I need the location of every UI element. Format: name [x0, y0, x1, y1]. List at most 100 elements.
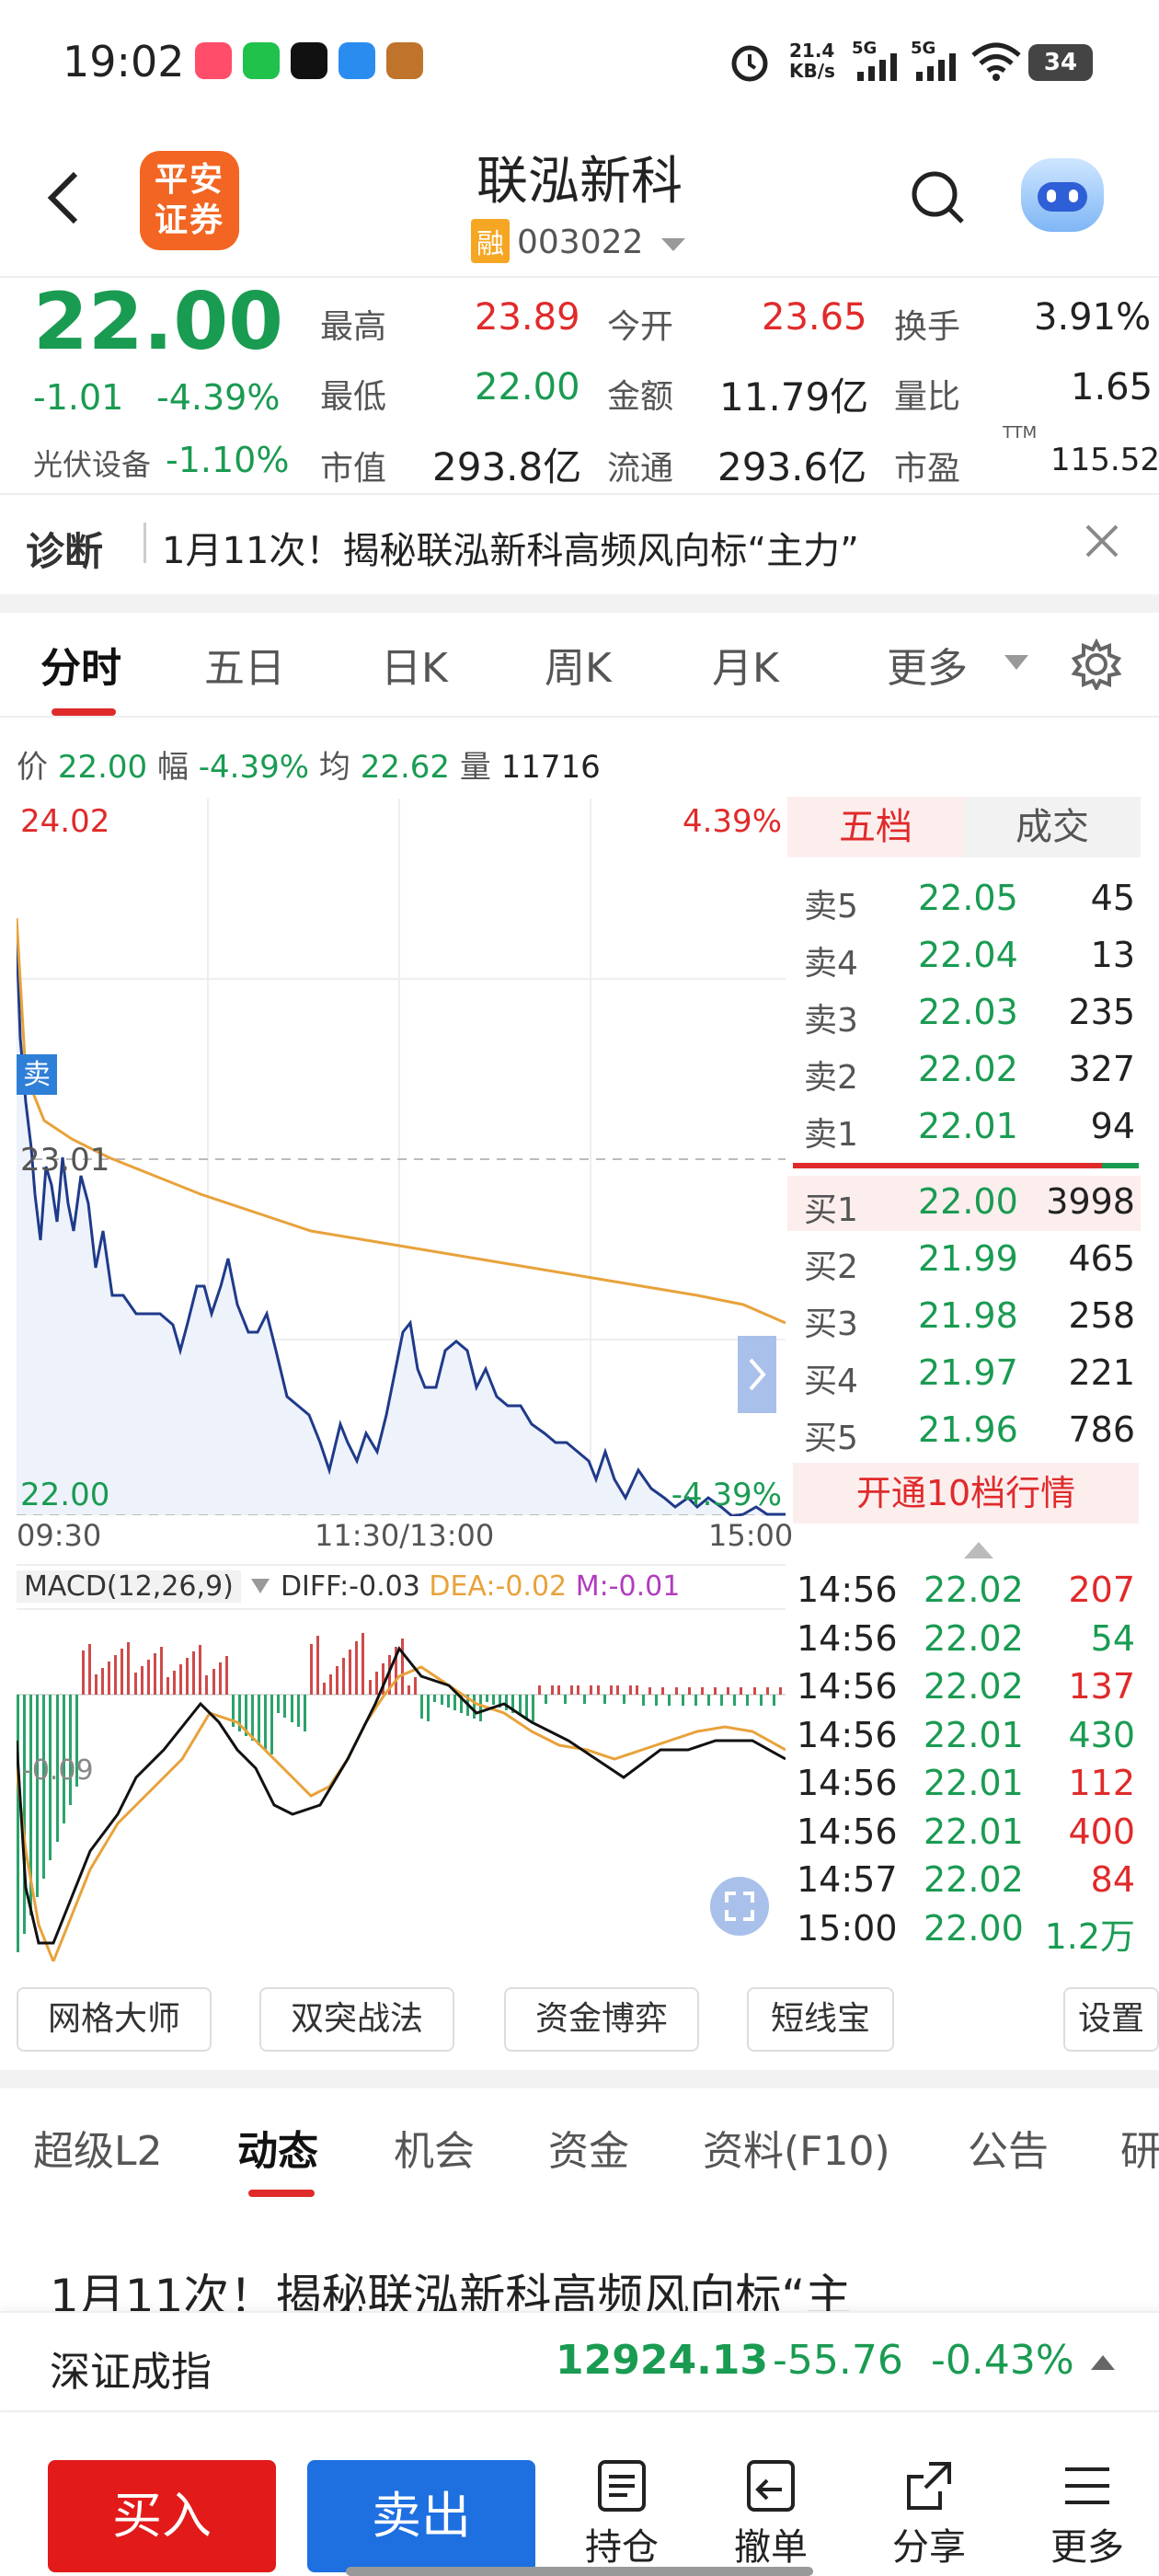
macd-bar — [108, 1662, 110, 1695]
intraday-chart[interactable]: 24.02 4.39% 23.01 22.00 -4.39% 卖 — [17, 799, 786, 1516]
macd-bar — [590, 1685, 592, 1695]
tab-opportunity[interactable]: 机会 — [394, 2118, 475, 2177]
tab-research[interactable]: 研 — [1120, 2118, 1159, 2177]
app-icon-game — [386, 42, 423, 79]
fullscreen-button[interactable] — [710, 1877, 769, 1936]
macd-bar — [199, 1645, 201, 1695]
tab-monthly-k[interactable]: 月K — [712, 635, 779, 694]
dea-line — [17, 1665, 786, 1961]
level-price: 22.02 — [918, 1049, 1018, 1089]
macd-selector[interactable]: MACD(12,26,9) — [17, 1570, 241, 1603]
tab-announcements[interactable]: 公告 — [968, 2118, 1049, 2177]
macd-bar — [427, 1695, 430, 1721]
index-name: 深证成指 — [50, 2349, 212, 2396]
settings-button[interactable]: 设置 — [1063, 1987, 1159, 2052]
level-label: 卖1 — [804, 1116, 858, 1154]
tab-trades[interactable]: 成交 — [964, 797, 1141, 857]
holdings-button[interactable]: 持仓 — [567, 2458, 677, 2576]
buy-button[interactable]: 买入 — [48, 2460, 276, 2572]
macd-bar — [642, 1695, 645, 1706]
macd-bar — [760, 1695, 763, 1706]
ask-row[interactable]: 卖2 22.02 327 — [787, 1043, 1141, 1098]
index-bar[interactable]: 深证成指 12924.13 -55.76 -0.43% — [0, 2311, 1159, 2410]
bid-row[interactable]: 买1 22.00 3998 — [787, 1176, 1141, 1231]
macd-bar — [655, 1695, 658, 1706]
level-volume: 3998 — [1046, 1181, 1135, 1222]
bid-row[interactable]: 买3 21.98 258 — [787, 1290, 1141, 1345]
double-breakout-button[interactable]: 双突战法 — [259, 1987, 454, 2052]
bid-row[interactable]: 买5 21.96 786 — [787, 1404, 1141, 1459]
section-tabs: 超级L2 动态 机会 资金 资料(F10) 公告 研 — [0, 2098, 1159, 2199]
sector-name[interactable]: 光伏设备 — [33, 442, 151, 484]
diagnosis-banner[interactable]: 诊断 1月11次！揭秘联泓新科高频风向标“主力” — [0, 493, 1159, 594]
ask-row[interactable]: 卖5 22.05 45 — [787, 872, 1141, 927]
chevron-down-icon — [251, 1579, 270, 1593]
y-top-pct-label: 4.39% — [683, 803, 782, 840]
tab-funds[interactable]: 资金 — [548, 2118, 629, 2177]
macd-bar — [270, 1695, 273, 1754]
tab-more[interactable]: 更多 — [887, 635, 968, 694]
search-icon[interactable] — [911, 170, 966, 225]
macd-bar — [36, 1695, 39, 1897]
grid-master-button[interactable]: 网格大师 — [17, 1987, 212, 2052]
trade-row: 14:56 22.01 430 — [797, 1715, 1141, 1763]
close-icon[interactable] — [1084, 523, 1120, 559]
high-value: 23.89 — [475, 296, 580, 339]
assistant-robot-icon[interactable] — [1021, 158, 1104, 232]
stock-code-selector[interactable]: 融 003022 — [471, 219, 687, 263]
trade-price: 22.02 — [924, 1617, 1024, 1659]
trade-volume: 84 — [1090, 1859, 1135, 1900]
chevron-up-icon[interactable] — [962, 1538, 995, 1560]
vol-ratio-value: 1.65 — [1071, 366, 1153, 408]
bid-row[interactable]: 买4 21.97 221 — [787, 1347, 1141, 1402]
more-button[interactable]: 更多 — [1032, 2458, 1142, 2576]
cancel-order-button[interactable]: 撤单 — [716, 2458, 826, 2576]
trade-volume: 400 — [1068, 1811, 1135, 1852]
trade-time: 14:56 — [797, 1811, 898, 1852]
ask-row[interactable]: 卖3 22.03 235 — [787, 986, 1141, 1041]
expand-side-button[interactable] — [738, 1336, 776, 1413]
macd-bar — [492, 1695, 495, 1705]
info-vol: 11716 — [500, 749, 601, 786]
ask-row[interactable]: 卖1 22.01 94 — [787, 1100, 1141, 1156]
macd-bar — [225, 1656, 228, 1695]
level-label: 买3 — [804, 1305, 858, 1343]
sell-button[interactable]: 卖出 — [307, 2460, 535, 2572]
macd-bar — [479, 1695, 482, 1721]
level-volume: 45 — [1090, 878, 1135, 918]
fund-game-button[interactable]: 资金博弈 — [504, 1987, 699, 2052]
tab-five-day[interactable]: 五日 — [204, 635, 285, 694]
tab-intraday[interactable]: 分时 — [40, 635, 121, 694]
x-label-open: 09:30 — [17, 1518, 102, 1553]
tab-five-levels[interactable]: 五档 — [787, 797, 964, 857]
macd-bar — [375, 1672, 378, 1695]
trade-price: 22.02 — [924, 1666, 1024, 1707]
bid-row[interactable]: 买2 21.99 465 — [787, 1233, 1141, 1288]
macd-bar — [134, 1673, 137, 1695]
macd-bar — [447, 1695, 450, 1708]
tab-f10[interactable]: 资料(F10) — [703, 2118, 890, 2177]
y-top-label: 24.02 — [20, 803, 109, 840]
ask-row[interactable]: 卖4 22.04 13 — [787, 929, 1141, 984]
stock-name: 联泓新科 — [476, 152, 683, 212]
trade-price: 22.02 — [924, 1859, 1024, 1900]
short-line-button[interactable]: 短线宝 — [747, 1987, 894, 2052]
tab-weekly-k[interactable]: 周K — [545, 635, 612, 694]
tab-daily-k[interactable]: 日K — [381, 635, 448, 694]
amount-label: 金额 — [607, 378, 674, 416]
macd-bar — [661, 1687, 664, 1695]
gear-icon[interactable] — [1071, 638, 1122, 690]
diagnosis-divider — [143, 523, 146, 563]
tab-super-l2[interactable]: 超级L2 — [33, 2118, 163, 2177]
macd-bar — [473, 1695, 476, 1719]
macd-bar — [577, 1685, 580, 1695]
upgrade-level10-button[interactable]: 开通10档行情 — [793, 1463, 1139, 1524]
level-label: 买1 — [804, 1191, 858, 1229]
trade-row: 14:56 22.02 207 — [797, 1570, 1141, 1617]
share-button[interactable]: 分享 — [874, 2458, 984, 2576]
macd-bar — [623, 1695, 625, 1704]
mktcap-label: 市值 — [320, 450, 387, 488]
macd-bar — [258, 1695, 260, 1745]
tab-dynamics[interactable]: 动态 — [237, 2118, 318, 2177]
level-label: 卖5 — [804, 888, 858, 926]
